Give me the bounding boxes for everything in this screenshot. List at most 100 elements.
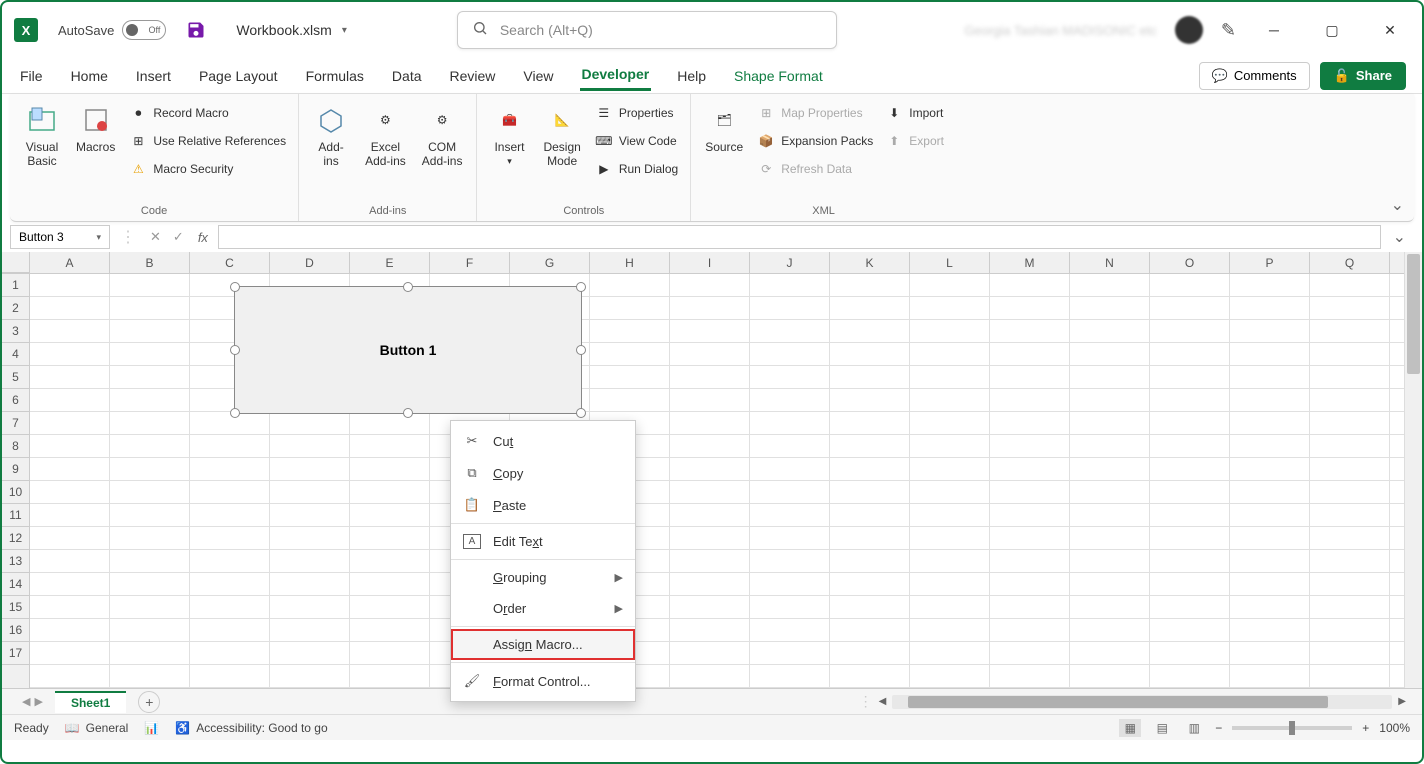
cancel-formula-button[interactable]: ✕	[146, 229, 165, 245]
resize-handle[interactable]	[403, 282, 413, 292]
source-button[interactable]: 🗂Source	[699, 98, 749, 158]
row-header[interactable]: 16	[2, 619, 29, 642]
cell-area[interactable]: Button 1	[30, 274, 1404, 688]
normal-view-button[interactable]: ▦	[1119, 719, 1141, 737]
tab-home[interactable]: Home	[69, 62, 110, 90]
row-header[interactable]: 4	[2, 343, 29, 366]
row-header[interactable]: 2	[2, 297, 29, 320]
zoom-slider[interactable]	[1232, 726, 1352, 730]
col-header[interactable]: O	[1150, 252, 1230, 273]
row-header[interactable]: 14	[2, 573, 29, 596]
col-header[interactable]: C	[190, 252, 270, 273]
import-button[interactable]: ⬇Import	[881, 102, 948, 124]
chevron-down-icon[interactable]: ▾	[96, 232, 101, 243]
scrollbar-thumb[interactable]	[908, 696, 1328, 708]
view-code-button[interactable]: ⌨View Code	[591, 130, 682, 152]
expand-formula-bar-button[interactable]: ⌄	[1385, 227, 1414, 247]
ctx-grouping[interactable]: Grouping▶	[451, 562, 635, 593]
resize-handle[interactable]	[230, 282, 240, 292]
slider-thumb[interactable]	[1289, 721, 1295, 735]
col-header[interactable]: B	[110, 252, 190, 273]
properties-button[interactable]: ☰Properties	[591, 102, 682, 124]
zoom-in-button[interactable]: +	[1362, 721, 1369, 735]
visual-basic-button[interactable]: Visual Basic	[18, 98, 66, 172]
tab-file[interactable]: File	[18, 62, 45, 90]
form-button-shape[interactable]: Button 1	[234, 286, 582, 414]
addins-button[interactable]: Add- ins	[307, 98, 355, 172]
col-header[interactable]: K	[830, 252, 910, 273]
row-header[interactable]: 9	[2, 458, 29, 481]
zoom-out-button[interactable]: −	[1215, 721, 1222, 735]
ctx-copy[interactable]: ⧉Copy	[451, 457, 635, 489]
row-header[interactable]: 10	[2, 481, 29, 504]
minimize-button[interactable]: ─	[1254, 15, 1294, 45]
row-header[interactable]: 5	[2, 366, 29, 389]
enter-formula-button[interactable]: ✓	[169, 229, 188, 245]
col-header[interactable]: D	[270, 252, 350, 273]
formula-input[interactable]	[218, 225, 1381, 249]
row-header[interactable]: 15	[2, 596, 29, 619]
scroll-left-button[interactable]: ◀	[879, 696, 887, 707]
col-header[interactable]: F	[430, 252, 510, 273]
row-header[interactable]: 17	[2, 642, 29, 665]
stats-icon[interactable]: 📊	[144, 721, 159, 735]
ctx-paste[interactable]: 📋Paste	[451, 489, 635, 521]
row-header[interactable]: 8	[2, 435, 29, 458]
row-header[interactable]: 13	[2, 550, 29, 573]
next-sheet-button[interactable]: ▶	[34, 695, 42, 708]
row-header[interactable]: 6	[2, 389, 29, 412]
macro-security-button[interactable]: ⚠Macro Security	[125, 158, 290, 180]
col-header[interactable]: H	[590, 252, 670, 273]
tab-page-layout[interactable]: Page Layout	[197, 62, 280, 90]
record-macro-button[interactable]: ⏺Record Macro	[125, 102, 290, 124]
resize-handle[interactable]	[230, 345, 240, 355]
row-header[interactable]: 12	[2, 527, 29, 550]
col-header[interactable]: I	[670, 252, 750, 273]
horizontal-scrollbar[interactable]	[892, 695, 1392, 709]
resize-handle[interactable]	[576, 345, 586, 355]
scrollbar-thumb[interactable]	[1407, 254, 1420, 374]
autosave-toggle[interactable]: Off	[122, 20, 166, 40]
ctx-format-control[interactable]: 🖌Format Control...	[451, 665, 635, 697]
ctx-assign-macro[interactable]: Assign Macro...	[451, 629, 635, 660]
page-break-view-button[interactable]: ▥	[1183, 719, 1205, 737]
pen-icon[interactable]: ✎	[1221, 20, 1236, 41]
search-box[interactable]: Search (Alt+Q)	[457, 11, 837, 49]
use-relative-button[interactable]: ⊞Use Relative References	[125, 130, 290, 152]
filename-dropdown-icon[interactable]: ▾	[342, 25, 347, 36]
excel-addins-button[interactable]: ⚙Excel Add-ins	[359, 98, 412, 172]
resize-handle[interactable]	[576, 282, 586, 292]
com-addins-button[interactable]: ⚙COM Add-ins	[416, 98, 469, 172]
resize-handle[interactable]	[230, 408, 240, 418]
tab-insert[interactable]: Insert	[134, 62, 173, 90]
filename[interactable]: Workbook.xlsm	[236, 22, 331, 38]
status-accessibility[interactable]: ♿Accessibility: Good to go	[175, 721, 327, 735]
insert-control-button[interactable]: 🧰Insert▾	[485, 98, 533, 171]
fx-icon[interactable]: fx	[192, 230, 214, 245]
col-header[interactable]: E	[350, 252, 430, 273]
col-header[interactable]: A	[30, 252, 110, 273]
macros-button[interactable]: Macros	[70, 98, 121, 158]
ctx-edit-text[interactable]: AEdit Text	[451, 526, 635, 557]
tab-developer[interactable]: Developer	[580, 60, 652, 91]
save-icon[interactable]	[186, 20, 206, 40]
scroll-right-button[interactable]: ▶	[1398, 696, 1406, 707]
col-header[interactable]: J	[750, 252, 830, 273]
zoom-level[interactable]: 100%	[1379, 721, 1410, 735]
avatar[interactable]	[1175, 16, 1203, 44]
col-header[interactable]: P	[1230, 252, 1310, 273]
select-all-corner[interactable]	[2, 252, 30, 273]
row-header[interactable]: 7	[2, 412, 29, 435]
grip-icon[interactable]: ⋮	[859, 693, 873, 710]
col-header[interactable]: M	[990, 252, 1070, 273]
run-dialog-button[interactable]: ▶Run Dialog	[591, 158, 682, 180]
maximize-button[interactable]: ▢	[1312, 15, 1352, 45]
ctx-cut[interactable]: ✂Cut	[451, 425, 635, 457]
prev-sheet-button[interactable]: ◀	[22, 695, 30, 708]
ribbon-collapse-button[interactable]: ⌄	[1391, 195, 1404, 215]
expansion-packs-button[interactable]: 📦Expansion Packs	[753, 130, 877, 152]
col-header[interactable]: L	[910, 252, 990, 273]
sheet-tab[interactable]: Sheet1	[55, 691, 126, 713]
tab-formulas[interactable]: Formulas	[304, 62, 366, 90]
ctx-order[interactable]: Order▶	[451, 593, 635, 624]
